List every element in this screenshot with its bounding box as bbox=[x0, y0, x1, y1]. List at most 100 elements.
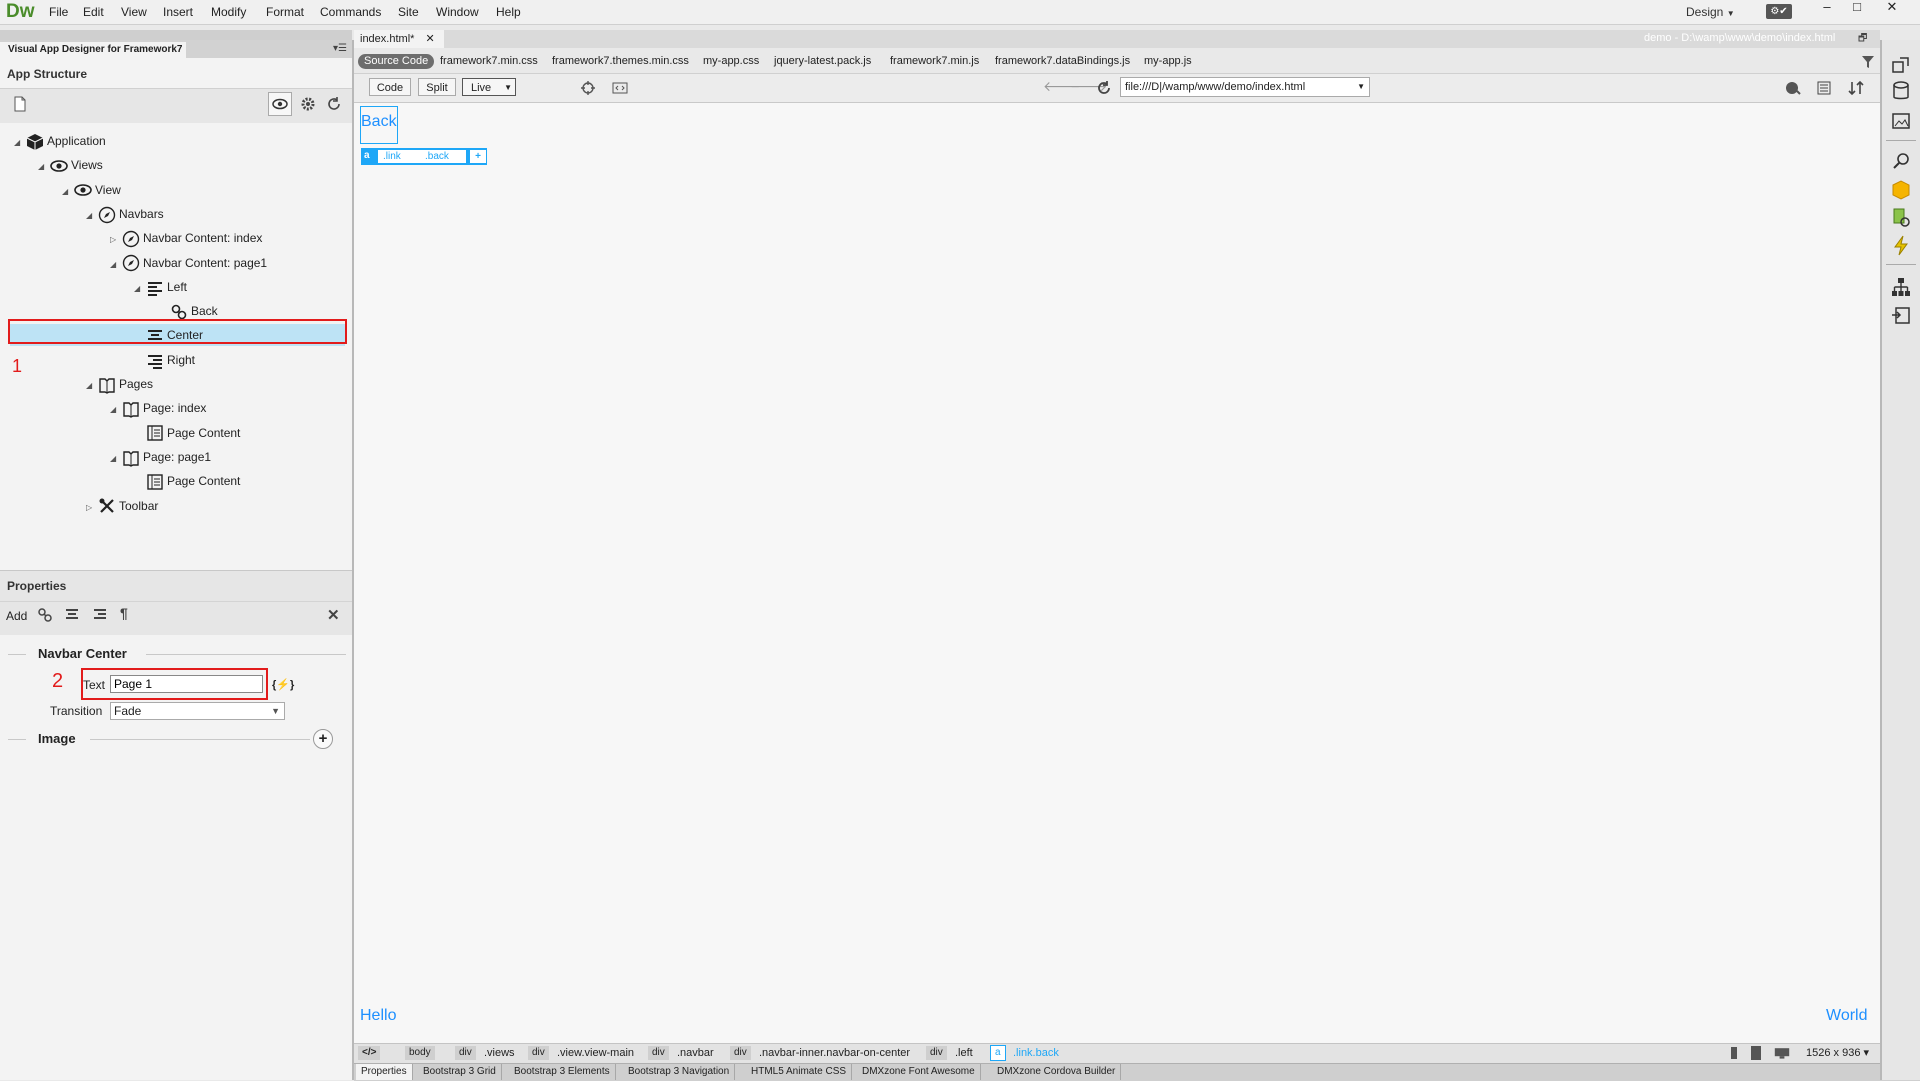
workspace-switcher[interactable]: Design ▼ bbox=[1686, 5, 1735, 19]
close-tab-icon[interactable]: ✕ bbox=[425, 33, 434, 45]
link-icon[interactable] bbox=[37, 607, 53, 623]
tag-a-active[interactable]: a bbox=[990, 1045, 1006, 1061]
sync-settings-button[interactable]: ⚙✔ bbox=[1766, 4, 1792, 19]
tag-div[interactable]: div bbox=[648, 1046, 669, 1060]
toolbar-link-world[interactable]: World bbox=[1826, 1007, 1868, 1025]
tree-item[interactable]: ◢ Navbar Content: page1 bbox=[110, 252, 267, 274]
collapse-arrow-icon[interactable]: ◢ bbox=[86, 205, 98, 227]
tag-class[interactable]: .navbar bbox=[677, 1046, 714, 1060]
hud-tag[interactable]: a bbox=[364, 150, 370, 161]
tab-cordova-builder[interactable]: DMXzone Cordova Builder bbox=[992, 1064, 1122, 1080]
navbar-back-link[interactable]: Back bbox=[361, 113, 397, 131]
tree-item[interactable]: Page Content bbox=[134, 470, 240, 492]
collapse-arrow-icon[interactable]: ◢ bbox=[62, 181, 74, 203]
align-center-icon[interactable] bbox=[64, 607, 80, 623]
globe-icon[interactable] bbox=[1785, 80, 1801, 96]
maximize-button[interactable]: □ bbox=[1845, 0, 1869, 16]
new-document-icon[interactable] bbox=[12, 96, 28, 112]
tree-item[interactable]: ◢ Left bbox=[134, 276, 187, 298]
tag-class[interactable]: .left bbox=[955, 1046, 973, 1060]
snippets-icon[interactable] bbox=[1890, 304, 1912, 326]
refresh-icon[interactable] bbox=[1096, 80, 1112, 96]
tree-item[interactable]: ◢ View bbox=[62, 179, 121, 201]
tree-item[interactable]: ◢ Application bbox=[14, 130, 106, 152]
server-behaviors-icon[interactable] bbox=[1890, 206, 1912, 228]
tree-item[interactable]: ◢ Views bbox=[38, 154, 103, 176]
tablet-size-icon[interactable] bbox=[1748, 1045, 1764, 1061]
filter-icon[interactable] bbox=[1860, 54, 1876, 70]
address-bar[interactable]: file:///D|/wamp/www/demo/index.html ▼ bbox=[1120, 77, 1370, 97]
lightning-icon[interactable] bbox=[1890, 234, 1912, 256]
assets-icon[interactable] bbox=[1890, 110, 1912, 132]
related-file[interactable]: framework7.min.js bbox=[890, 55, 979, 67]
menu-format[interactable]: Format bbox=[266, 5, 304, 19]
source-code-button[interactable]: Source Code bbox=[358, 54, 435, 69]
related-file[interactable]: framework7.dataBindings.js bbox=[995, 55, 1130, 67]
tag-class[interactable]: .views bbox=[484, 1046, 515, 1060]
tag-div[interactable]: div bbox=[730, 1046, 751, 1060]
panel-menu-icon[interactable]: ▾☰ bbox=[333, 43, 347, 54]
collapse-arrow-icon[interactable]: ◢ bbox=[14, 132, 26, 154]
panel-tab-visual-app-designer[interactable]: Visual App Designer for Framework7 bbox=[0, 42, 186, 58]
tag-body[interactable]: body bbox=[405, 1046, 435, 1060]
tag-class-active[interactable]: .link.back bbox=[1013, 1046, 1059, 1060]
live-view-button[interactable]: Live ▼ bbox=[462, 78, 516, 96]
tag-class[interactable]: .navbar-inner.navbar-on-center bbox=[759, 1046, 910, 1060]
tree-item[interactable]: Right bbox=[134, 349, 195, 371]
extensions-box-icon[interactable] bbox=[1890, 178, 1912, 200]
collapse-arrow-icon[interactable]: ◢ bbox=[38, 156, 50, 178]
menu-help[interactable]: Help bbox=[496, 5, 521, 19]
window-size-dropdown[interactable]: 1526 x 936 ▾ bbox=[1806, 1046, 1869, 1059]
insert-panel-icon[interactable] bbox=[1890, 54, 1912, 76]
minimize-button[interactable]: – bbox=[1815, 0, 1839, 16]
close-button[interactable]: ✕ bbox=[1880, 0, 1904, 16]
collapse-arrow-icon[interactable]: ◢ bbox=[110, 448, 122, 470]
menu-edit[interactable]: Edit bbox=[83, 5, 104, 19]
related-file[interactable]: framework7.min.css bbox=[440, 55, 538, 67]
toolbar-link-hello[interactable]: Hello bbox=[360, 1007, 396, 1025]
document-tab-index[interactable]: index.html* ✕ bbox=[354, 30, 444, 48]
transition-select[interactable]: Fade ▼ bbox=[110, 702, 285, 720]
split-view-button[interactable]: Split bbox=[418, 78, 456, 96]
database-icon[interactable] bbox=[1890, 80, 1912, 102]
tag-div[interactable]: div bbox=[528, 1046, 549, 1060]
tree-item[interactable]: ◢ Pages bbox=[86, 373, 153, 395]
search-icon[interactable] bbox=[1890, 150, 1912, 172]
tree-item[interactable]: ▷ Navbar Content: index bbox=[110, 227, 262, 249]
related-file[interactable]: jquery-latest.pack.js bbox=[774, 55, 871, 67]
collapse-arrow-icon[interactable]: ◢ bbox=[110, 399, 122, 421]
related-file[interactable]: my-app.css bbox=[703, 55, 759, 67]
code-view-button[interactable]: Code bbox=[369, 78, 411, 96]
tree-item[interactable]: ◢ Navbars bbox=[86, 203, 164, 225]
inspect-icon[interactable] bbox=[580, 80, 596, 96]
close-icon[interactable]: ✕ bbox=[327, 606, 340, 624]
expand-arrow-icon[interactable]: ▷ bbox=[86, 497, 98, 519]
gear-icon[interactable] bbox=[300, 96, 316, 112]
desktop-size-icon[interactable] bbox=[1774, 1045, 1790, 1061]
hud-class-link[interactable]: .link bbox=[378, 150, 424, 163]
live-code-icon[interactable] bbox=[612, 80, 628, 96]
toggle-visibility-button[interactable] bbox=[268, 92, 292, 116]
binding-icon[interactable]: {⚡} bbox=[272, 678, 294, 691]
align-right-icon[interactable] bbox=[92, 607, 108, 623]
restore-document-icon[interactable]: 🗗 bbox=[1858, 31, 1867, 48]
menu-insert[interactable]: Insert bbox=[163, 5, 193, 19]
tag-div[interactable]: div bbox=[455, 1046, 476, 1060]
navbar-text-input[interactable] bbox=[110, 675, 263, 693]
sort-icon[interactable] bbox=[1848, 80, 1864, 96]
tab-bootstrap-grid[interactable]: Bootstrap 3 Grid bbox=[418, 1064, 502, 1080]
tree-item[interactable]: ▷ Toolbar bbox=[86, 495, 158, 517]
related-file[interactable]: my-app.js bbox=[1144, 55, 1192, 67]
left-panel-collapse-strip[interactable] bbox=[0, 30, 352, 40]
mobile-size-icon[interactable] bbox=[1726, 1045, 1742, 1061]
tab-properties[interactable]: Properties bbox=[356, 1064, 413, 1080]
refresh-icon[interactable] bbox=[326, 96, 342, 112]
tree-item[interactable]: Page Content bbox=[134, 422, 240, 444]
tag-div[interactable]: div bbox=[926, 1046, 947, 1060]
expand-arrow-icon[interactable]: ▷ bbox=[110, 229, 122, 251]
collapse-arrow-icon[interactable]: ◢ bbox=[110, 254, 122, 276]
collapse-arrow-icon[interactable]: ◢ bbox=[134, 278, 146, 300]
tag-class[interactable]: .view.view-main bbox=[557, 1046, 634, 1060]
code-toggle-icon[interactable]: </> bbox=[358, 1046, 381, 1060]
paragraph-icon[interactable]: ¶ bbox=[120, 605, 128, 621]
